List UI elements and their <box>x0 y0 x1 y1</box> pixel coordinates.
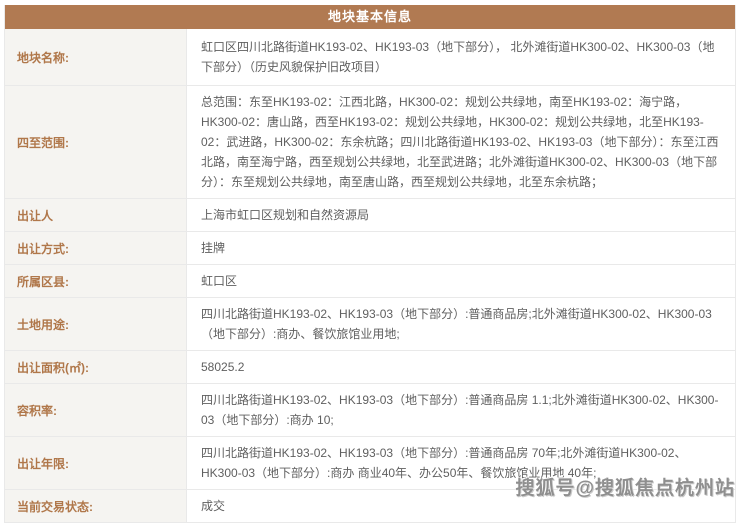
table-row: 地块名称: 虹口区四川北路街道HK193-02、HK193-03（地下部分）， … <box>5 29 735 85</box>
row-value: 四川北路街道HK193-02、HK193-03（地下部分）:普通商品房 1.1;… <box>187 384 735 436</box>
table-row: 所属区县: 虹口区 <box>5 264 735 297</box>
row-label: 四至范围: <box>5 86 187 198</box>
row-value: 虹口区 <box>187 265 735 297</box>
table-row: 四至范围: 总范围：东至HK193-02：江西北路，HK300-02：规划公共绿… <box>5 85 735 198</box>
row-label: 出让方式: <box>5 232 187 264</box>
row-label: 出让面积(㎡): <box>5 351 187 383</box>
table-body: 地块名称: 虹口区四川北路街道HK193-02、HK193-03（地下部分）， … <box>5 29 735 522</box>
row-value: 58025.2 <box>187 351 735 383</box>
table-row: 出让人 上海市虹口区规划和自然资源局 <box>5 198 735 231</box>
row-label: 地块名称: <box>5 29 187 85</box>
row-value: 四川北路街道HK193-02、HK193-03（地下部分）:普通商品房;北外滩街… <box>187 298 735 350</box>
table-row: 出让方式: 挂牌 <box>5 231 735 264</box>
land-info-table: 地块基本信息 地块名称: 虹口区四川北路街道HK193-02、HK193-03（… <box>4 5 736 523</box>
table-row: 容积率: 四川北路街道HK193-02、HK193-03（地下部分）:普通商品房… <box>5 383 735 436</box>
sohu-watermark: 搜狐号@搜狐焦点杭州站 <box>515 473 735 500</box>
row-value: 总范围：东至HK193-02：江西北路，HK300-02：规划公共绿地，南至HK… <box>187 86 735 198</box>
table-row: 出让面积(㎡): 58025.2 <box>5 350 735 383</box>
row-value: 挂牌 <box>187 232 735 264</box>
row-label: 容积率: <box>5 384 187 436</box>
row-label: 出让人 <box>5 199 187 231</box>
table-row: 土地用途: 四川北路街道HK193-02、HK193-03（地下部分）:普通商品… <box>5 297 735 350</box>
row-value: 虹口区四川北路街道HK193-02、HK193-03（地下部分）， 北外滩街道H… <box>187 29 735 85</box>
table-title: 地块基本信息 <box>5 5 735 29</box>
row-label: 土地用途: <box>5 298 187 350</box>
row-label: 所属区县: <box>5 265 187 297</box>
row-value: 上海市虹口区规划和自然资源局 <box>187 199 735 231</box>
row-label: 当前交易状态: <box>5 490 187 522</box>
row-label: 出让年限: <box>5 437 187 489</box>
